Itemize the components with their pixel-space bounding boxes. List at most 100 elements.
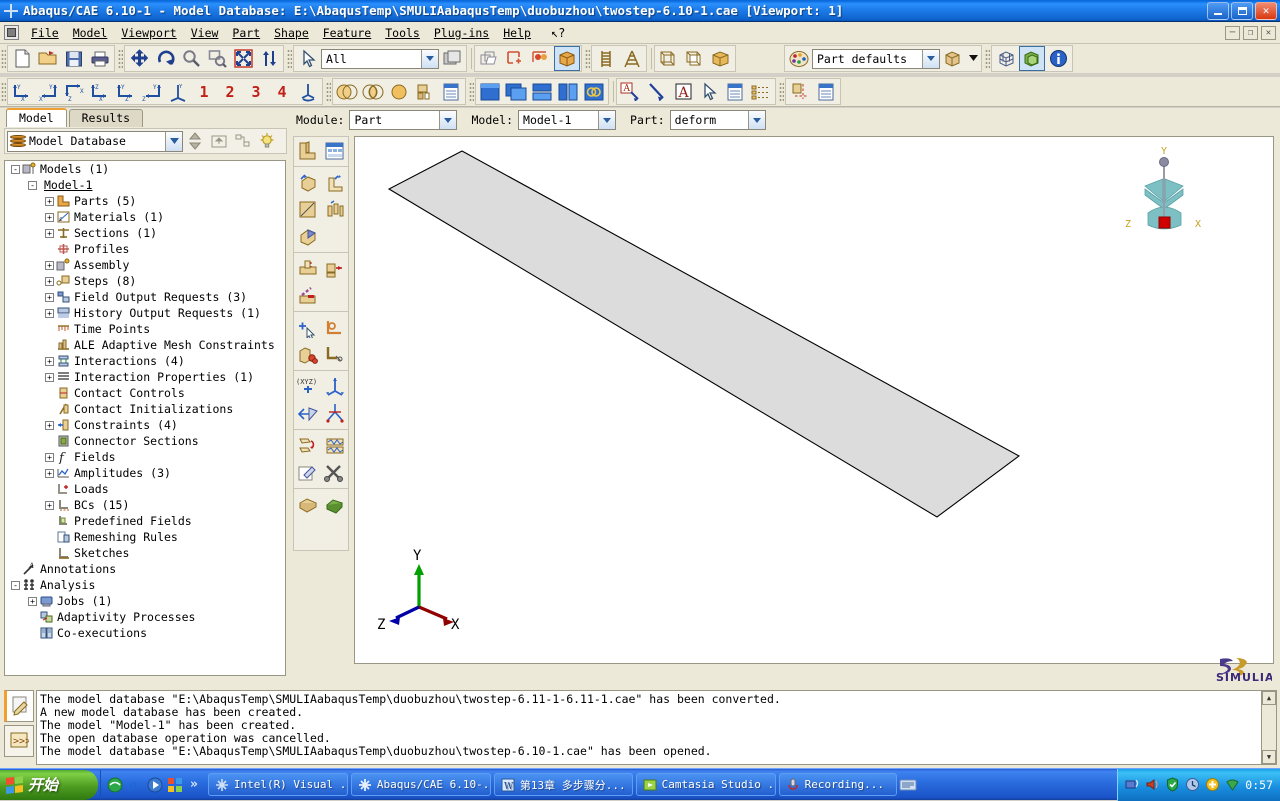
tips-bulb-icon[interactable] <box>255 130 279 152</box>
tree-item-sketches[interactable]: Sketches <box>5 545 285 561</box>
minimize-button[interactable] <box>1207 1 1229 20</box>
expand-toggle-icon[interactable]: + <box>45 260 54 270</box>
edit-feature-icon[interactable] <box>294 459 321 486</box>
tab-results[interactable]: Results <box>68 109 144 127</box>
create-datum-csys-icon[interactable]: (XYZ) <box>294 373 321 400</box>
create-partition-icon[interactable] <box>294 341 321 368</box>
zoom-in-out-icon[interactable] <box>256 46 282 71</box>
tree-item-annotations[interactable]: A Annotations <box>5 561 285 577</box>
collapse-toggle-icon[interactable]: - <box>28 180 37 190</box>
expand-toggle-icon[interactable]: + <box>45 500 54 510</box>
saved-view-1[interactable]: 1 <box>191 79 217 104</box>
update-icon[interactable] <box>1205 777 1220 792</box>
menu-viewport[interactable]: Viewport <box>114 24 183 42</box>
viewport-icon[interactable] <box>439 46 465 71</box>
tree-item-predefined-fields[interactable]: Predefined Fields <box>5 513 285 529</box>
tree-item-models-1[interactable]: - Models (1) <box>5 161 285 177</box>
wireframe-icon[interactable] <box>656 46 682 71</box>
create-wire-icon[interactable] <box>321 196 348 223</box>
network-icon[interactable] <box>1125 777 1140 792</box>
toolbar-grip[interactable] <box>1 48 6 69</box>
table-icon[interactable] <box>813 79 839 104</box>
create-cut-extrude-icon[interactable] <box>294 255 321 282</box>
create-datum-plane-icon[interactable] <box>321 373 348 400</box>
taskbar-item-word[interactable]: W 第13章 多步骤分... <box>493 773 633 796</box>
toolbar-grip-6[interactable] <box>1 81 6 102</box>
taskbar-item-intel[interactable]: Intel(R) Visual ... <box>207 773 348 796</box>
toolbar-grip-8[interactable] <box>469 81 474 102</box>
datum-pattern-icon[interactable] <box>321 400 348 427</box>
wifi-icon[interactable] <box>1225 777 1240 792</box>
menu-help[interactable]: Help <box>496 24 538 42</box>
tree-item-profiles[interactable]: Profiles <box>5 241 285 257</box>
menu-model[interactable]: Model <box>66 24 115 42</box>
collapse-toggle-icon[interactable]: - <box>11 164 20 174</box>
shield-icon[interactable] <box>1165 777 1180 792</box>
view-yx-icon[interactable]: YX <box>9 79 35 104</box>
create-blend-icon[interactable] <box>294 223 321 250</box>
assign-section-icon[interactable] <box>321 491 348 518</box>
menu-tools[interactable]: Tools <box>378 24 427 42</box>
ime-icon[interactable] <box>897 774 919 796</box>
chevron-down-icon-2[interactable] <box>922 49 939 68</box>
tree-item-model-1[interactable]: - Model-1 <box>5 177 285 193</box>
media-icon[interactable] <box>147 777 163 793</box>
message-log[interactable]: The model database "E:\AbaqusTemp\SMULIA… <box>36 690 1277 765</box>
view-xz-icon[interactable]: ZX <box>87 79 113 104</box>
apply-view-icon[interactable] <box>295 79 321 104</box>
iso-view-icon[interactable]: Y <box>165 79 191 104</box>
message-area-icon[interactable] <box>4 690 34 722</box>
solid-cube-icon[interactable] <box>1019 46 1045 71</box>
rotate-icon[interactable] <box>152 46 178 71</box>
scroll-down-button[interactable]: ▼ <box>1262 750 1276 764</box>
showdesktop-icon[interactable] <box>167 777 183 793</box>
create-datum-point-icon[interactable] <box>294 314 321 341</box>
annotation-arrow-icon[interactable] <box>644 79 670 104</box>
parent-folder-icon[interactable] <box>207 130 231 152</box>
select-arrow-icon[interactable] <box>295 46 321 71</box>
tools-icon[interactable] <box>321 459 348 486</box>
tree-item-jobs-1[interactable]: + Jobs (1) <box>5 593 285 609</box>
link-viewport-icon[interactable] <box>581 79 607 104</box>
color-palette-icon[interactable] <box>786 46 812 71</box>
sort-updown-icon[interactable] <box>183 130 207 152</box>
bullet-list-icon[interactable] <box>748 79 774 104</box>
render-style-combo[interactable]: Part defaults <box>812 48 940 69</box>
mdi-close-button[interactable]: ✕ <box>1261 25 1276 40</box>
command-line-icon[interactable]: >>> <box>4 725 34 757</box>
browser-icon[interactable] <box>107 777 123 793</box>
chevron-down-icon-part[interactable] <box>747 111 765 129</box>
query-part-icon[interactable] <box>294 491 321 518</box>
tree-item-materials-1[interactable]: + ε Materials (1) <box>5 209 285 225</box>
tree-item-loads[interactable]: Loads <box>5 481 285 497</box>
expand-toggle-icon[interactable]: + <box>45 228 54 238</box>
merge-part-icon[interactable] <box>321 432 348 459</box>
hidden-line-icon[interactable] <box>682 46 708 71</box>
display-group-icon[interactable] <box>554 46 580 71</box>
saved-view-3[interactable]: 3 <box>243 79 269 104</box>
view-yz-icon[interactable]: YZ <box>113 79 139 104</box>
tree-item-field-output-requests-3[interactable]: + Field Output Requests (3) <box>5 289 285 305</box>
intersect-icon[interactable] <box>360 79 386 104</box>
filter-tree-icon[interactable] <box>231 130 255 152</box>
chevron-down-icon-db[interactable] <box>165 131 182 151</box>
shaded-icon[interactable] <box>708 46 734 71</box>
model-tree[interactable]: - Models (1) - Model-1 + Parts (5) + ε Materials… <box>4 160 286 676</box>
datum-icon[interactable] <box>787 79 813 104</box>
create-surface-icon[interactable] <box>528 46 554 71</box>
create-shell-extrude-icon[interactable] <box>321 169 348 196</box>
tree-item-bcs-15[interactable]: + BCs (15) <box>5 497 285 513</box>
collapse-toggle-icon[interactable]: - <box>11 580 20 590</box>
expand-toggle-icon[interactable]: + <box>45 308 54 318</box>
tree-item-history-output-requests-1[interactable]: + History Output Requests (1) <box>5 305 285 321</box>
chevron-down-icon[interactable] <box>421 49 438 68</box>
tree-item-constraints-4[interactable]: + Constraints (4) <box>5 417 285 433</box>
taskbar-item-abaqus[interactable]: Abaqus/CAE 6.10-... <box>350 773 491 796</box>
text-tool-icon[interactable]: A <box>670 79 696 104</box>
close-button[interactable]: ✕ <box>1255 1 1277 20</box>
mdi-minimize-button[interactable]: ─ <box>1225 25 1240 40</box>
mdi-maximize-button[interactable]: ❐ <box>1243 25 1258 40</box>
create-round-icon[interactable] <box>294 282 321 309</box>
taskbar-clock[interactable]: 0:57 <box>1245 778 1273 792</box>
magnify-icon[interactable] <box>178 46 204 71</box>
